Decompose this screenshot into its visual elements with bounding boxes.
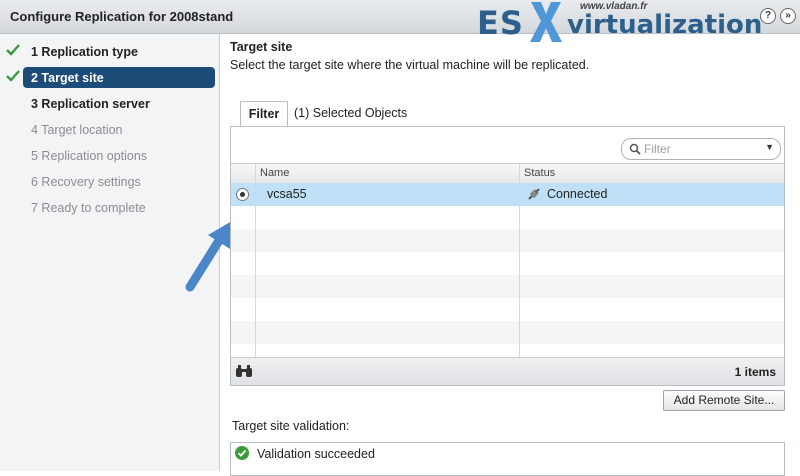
tab-selected-objects[interactable]: (1) Selected Objects xyxy=(294,101,407,126)
column-header-status[interactable]: Status xyxy=(524,167,555,179)
step-replication-type[interactable]: 1 Replication type xyxy=(0,41,219,63)
title-bar: Configure Replication for 2008stand ES v… xyxy=(0,0,800,42)
step-recovery-settings: 6 Recovery settings xyxy=(0,171,219,193)
empty-row xyxy=(231,275,784,298)
step-label: 6 Recovery settings xyxy=(31,175,141,189)
filter-input[interactable]: Filter ▼ xyxy=(621,138,781,160)
search-icon xyxy=(629,143,641,155)
column-divider xyxy=(255,163,256,357)
site-name: vcsa55 xyxy=(267,187,307,201)
step-replication-server[interactable]: 3 Replication server xyxy=(0,93,219,115)
success-icon xyxy=(235,446,249,460)
connected-plug-icon xyxy=(528,188,540,200)
tab-filter[interactable]: Filter xyxy=(240,101,288,127)
target-site-panel: Filter ▼ Name Status vcsa55 Connected 1 … xyxy=(230,126,785,386)
item-count: 1 items xyxy=(734,365,776,379)
step-label: 3 Replication server xyxy=(31,97,150,111)
step-label: 7 Ready to complete xyxy=(31,201,146,215)
empty-row xyxy=(231,298,784,321)
checkmark-icon xyxy=(6,44,20,56)
step-label: 5 Replication options xyxy=(31,149,148,163)
table-row[interactable]: vcsa55 Connected xyxy=(231,183,784,206)
step-label: 2 Target site xyxy=(31,71,104,85)
site-status: Connected xyxy=(547,187,608,201)
empty-row xyxy=(231,229,784,252)
binoculars-icon[interactable] xyxy=(235,364,253,378)
step-label: 4 Target location xyxy=(31,123,123,137)
empty-row xyxy=(231,206,784,229)
table-header: Name Status xyxy=(231,163,784,184)
expand-button[interactable]: » xyxy=(780,8,796,24)
page-description: Select the target site where the virtual… xyxy=(230,58,590,72)
step-target-location: 4 Target location xyxy=(0,119,219,141)
target-site-table: Name Status vcsa55 Connected 1 items xyxy=(231,163,784,385)
checkmark-icon xyxy=(6,70,20,82)
logo-url-text: www.vladan.fr xyxy=(580,1,648,12)
validation-message: Validation succeeded xyxy=(257,447,375,461)
column-divider xyxy=(519,163,520,357)
validation-label: Target site validation: xyxy=(232,419,350,433)
table-footer: 1 items xyxy=(231,357,784,385)
row-radio-button[interactable] xyxy=(236,188,249,201)
filter-placeholder: Filter xyxy=(644,142,671,156)
empty-row xyxy=(231,252,784,275)
main-content: Target site Select the target site where… xyxy=(220,34,800,476)
step-label: 1 Replication type xyxy=(31,45,138,59)
step-target-site[interactable]: 2 Target site xyxy=(0,67,219,89)
column-header-name[interactable]: Name xyxy=(260,167,289,179)
help-button[interactable]: ? xyxy=(760,8,776,24)
step-replication-options: 5 Replication options xyxy=(0,145,219,167)
empty-row xyxy=(231,321,784,344)
add-remote-site-button[interactable]: Add Remote Site... xyxy=(663,390,785,411)
window-title: Configure Replication for 2008stand xyxy=(10,9,234,24)
page-title: Target site xyxy=(230,40,293,54)
chevron-down-icon[interactable]: ▼ xyxy=(765,142,774,152)
